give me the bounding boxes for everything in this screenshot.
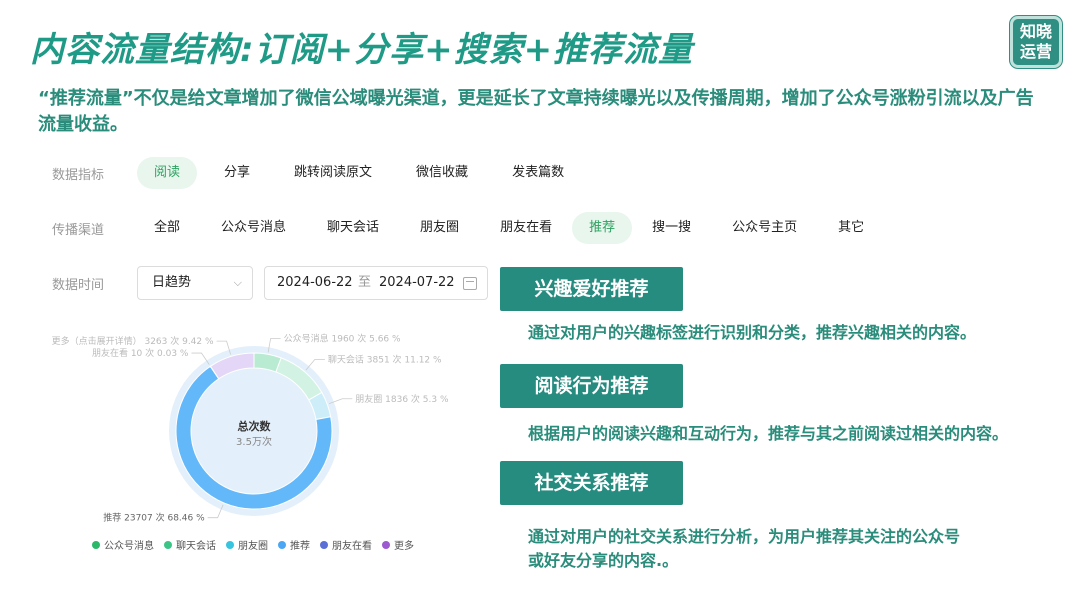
logo-line-2: 运营 [1019, 42, 1052, 61]
calendar-icon[interactable] [463, 277, 477, 290]
channel-chip-other[interactable]: 其它 [821, 212, 881, 244]
time-filter-row: 数据时间 [52, 267, 137, 299]
brand-logo: 知晓 运营 [1010, 16, 1062, 68]
date-separator: 至 [358, 275, 372, 290]
legend-label: 聊天会话 [176, 541, 216, 552]
section-social-title: 社交关系推荐 [500, 461, 683, 505]
metric-chip-share[interactable]: 分享 [207, 157, 267, 189]
legend-label: 朋友在看 [332, 541, 372, 552]
legend-dot [92, 540, 100, 549]
legend-item[interactable]: 更多 [382, 537, 414, 552]
legend-dot [278, 540, 286, 549]
date-start[interactable]: 2024-06-22 [277, 267, 353, 299]
metric-filter-row: 数据指标 阅读 分享 跳转阅读原文 微信收藏 发表篇数 [52, 157, 581, 189]
legend-label: 更多 [394, 541, 414, 552]
date-end[interactable]: 2024-07-22 [379, 267, 455, 299]
donut-slice-label: 朋友圈 1836 次 5.3 % [355, 393, 449, 405]
legend-label: 推荐 [290, 541, 310, 552]
channel-chip-account-message[interactable]: 公众号消息 [204, 212, 303, 244]
channel-chip-moments[interactable]: 朋友圈 [403, 212, 476, 244]
donut-slice-label: 聊天会话 3851 次 11.12 % [328, 353, 442, 365]
donut-slice-label: 朋友在看 10 次 0.03 % [92, 347, 189, 359]
legend-item[interactable]: 推荐 [278, 537, 310, 552]
metric-chip-read[interactable]: 阅读 [137, 157, 198, 189]
legend-dot [320, 540, 328, 549]
chevron-down-icon: ⌵ [233, 276, 242, 289]
channel-chip-recommend[interactable]: 推荐 [572, 212, 633, 244]
chart-legend: 公众号消息 聊天会话 朋友圈 推荐 朋友在看 更多 [92, 537, 424, 552]
legend-dot [226, 540, 234, 549]
section-social-desc-line-1: 通过对用户的社交关系进行分析，为用户推荐其关注的公众号 [528, 527, 961, 546]
channel-filter-label: 传播渠道 [52, 222, 105, 238]
donut-center-title: 总次数 [238, 419, 272, 433]
section-interest-title: 兴趣爱好推荐 [500, 267, 683, 311]
section-interest-desc: 通过对用户的兴趣标签进行识别和分类，推荐兴趣相关的内容。 [528, 323, 977, 342]
date-range-picker[interactable]: 2024-06-22 至 2024-07-22 [264, 266, 488, 300]
channel-chip-search[interactable]: 搜一搜 [635, 212, 708, 244]
metric-chip-read-original[interactable]: 跳转阅读原文 [277, 157, 389, 189]
channel-chip-all[interactable]: 全部 [137, 212, 197, 244]
metric-filter-label: 数据指标 [52, 167, 105, 183]
legend-label: 朋友圈 [238, 541, 268, 552]
donut-center-value: 3.5万次 [236, 435, 272, 448]
legend-label: 公众号消息 [104, 541, 154, 552]
legend-item[interactable]: 朋友圈 [226, 537, 268, 552]
page-title: 内容流量结构:订阅+分享+搜索+推荐流量 [30, 30, 694, 70]
legend-item[interactable]: 聊天会话 [164, 537, 216, 552]
channel-chip-chat[interactable]: 聊天会话 [310, 212, 396, 244]
channel-chip-friends-watching[interactable]: 朋友在看 [483, 212, 569, 244]
trend-mode-select[interactable]: 日趋势 ⌵ [137, 266, 253, 300]
section-reading-desc: 根据用户的阅读兴趣和互动行为，推荐与其之前阅读过相关的内容。 [528, 424, 1009, 443]
traffic-donut-chart: 公众号消息 1960 次 5.66 % 聊天会话 3851 次 11.12 % 朋友… [52, 332, 449, 524]
legend-dot [164, 540, 172, 549]
legend-dot [382, 540, 390, 549]
channel-filter-row: 传播渠道 全部 公众号消息 聊天会话 朋友圈 朋友在看 推荐 搜一搜 公众号主页… [52, 212, 881, 244]
time-filter-label: 数据时间 [52, 277, 105, 293]
donut-slice-label: 公众号消息 1960 次 5.66 % [284, 332, 401, 344]
legend-item[interactable]: 公众号消息 [92, 537, 154, 552]
channel-chip-account-home[interactable]: 公众号主页 [715, 212, 814, 244]
metric-chip-favorite[interactable]: 微信收藏 [399, 157, 485, 189]
donut-slice-label: 推荐 23707 次 68.46 % [103, 512, 205, 524]
donut-slice-label: 更多（点击展开详情） 3263 次 9.42 % [52, 335, 214, 347]
logo-line-1: 知晓 [1019, 22, 1052, 41]
page-subtitle: “推荐流量”不仅是给文章增加了微信公域曝光渠道，更是延长了文章持续曝光以及传播周… [38, 88, 1034, 135]
section-reading-title: 阅读行为推荐 [500, 364, 683, 408]
metric-chip-posts[interactable]: 发表篇数 [495, 157, 581, 189]
section-social-desc-line-2: 或好友分享的内容.。 [528, 551, 679, 570]
legend-item[interactable]: 朋友在看 [320, 537, 372, 552]
trend-mode-value: 日趋势 [152, 275, 192, 290]
